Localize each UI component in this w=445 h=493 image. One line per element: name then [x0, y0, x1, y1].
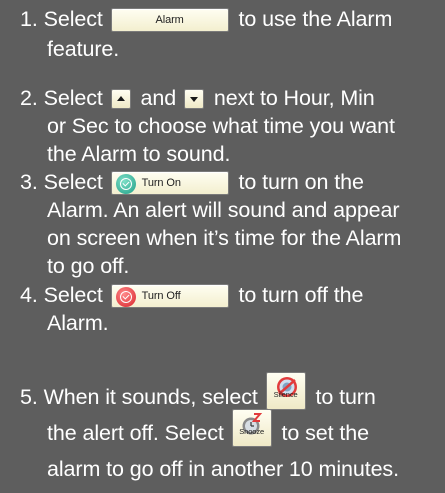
step-text: When it sounds, select	[43, 385, 258, 409]
step-text: alarm to go off in another 10 minutes.	[47, 457, 399, 481]
step-text: Select	[43, 7, 103, 31]
step-text: the alert off. Select	[47, 421, 224, 445]
step-text: Select	[43, 170, 103, 194]
step-text: Select	[43, 86, 103, 110]
down-arrow-icon	[189, 97, 198, 103]
step-text: to turn off the	[238, 283, 364, 307]
snooze-button-label: Snooze	[239, 427, 265, 437]
alarm-button-label: Alarm	[155, 14, 184, 27]
step-text: to turn on the	[238, 170, 364, 194]
step-text: on screen when it’s time for the Alarm	[47, 226, 402, 250]
step-text: feature.	[47, 37, 120, 61]
step-text: Select	[43, 283, 103, 307]
step-text: next to Hour, Min	[213, 86, 375, 110]
turn-on-button[interactable]: Turn On	[110, 171, 229, 196]
step-number: 5.	[20, 385, 38, 409]
silence-button-label: Silence	[273, 390, 298, 400]
step-text: and	[140, 86, 177, 110]
power-off-icon	[115, 287, 136, 308]
power-on-icon	[115, 174, 136, 195]
step-number: 2.	[20, 86, 38, 110]
step-number: 3.	[20, 170, 38, 194]
turn-off-button[interactable]: Turn Off	[110, 284, 229, 309]
instructions: 1. Select Alarm to use the Alarm feature…	[0, 0, 445, 493]
turn-on-button-label: Turn On	[141, 177, 181, 190]
down-arrow-button[interactable]	[183, 89, 204, 110]
turn-off-button-label: Turn Off	[141, 290, 181, 303]
step-text: the Alarm to sound.	[47, 142, 231, 166]
up-arrow-icon	[116, 96, 125, 102]
step-text: to turn	[315, 385, 376, 409]
step-text: Alarm. An alert will sound and appear	[47, 198, 400, 222]
step-number: 4.	[20, 283, 38, 307]
step-text: to set the	[281, 421, 370, 445]
step-text: to go off.	[47, 254, 130, 278]
alarm-button[interactable]: Alarm	[110, 8, 229, 33]
up-arrow-button[interactable]	[110, 89, 131, 110]
silence-button[interactable]: Silence	[265, 372, 306, 411]
step-text: to use the Alarm	[238, 7, 393, 31]
step-number: 1.	[20, 7, 38, 31]
snooze-button[interactable]: Snooze	[231, 409, 272, 448]
step-text: Alarm.	[47, 311, 109, 335]
step-text: or Sec to choose what time you want	[47, 114, 395, 138]
